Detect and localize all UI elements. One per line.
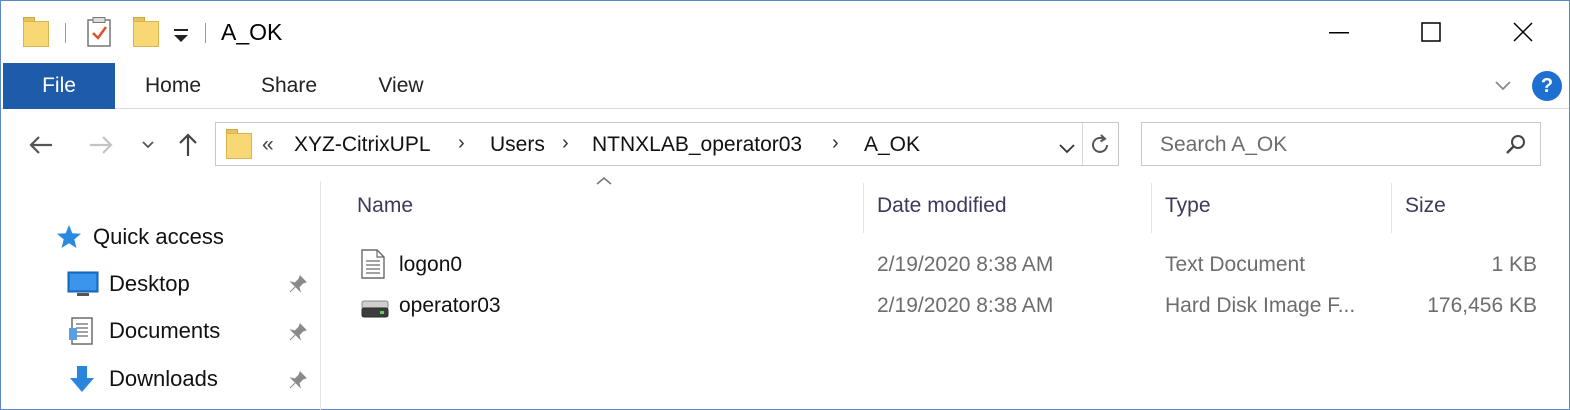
- expand-ribbon-button[interactable]: [1490, 71, 1516, 101]
- maximize-icon: [1421, 22, 1441, 42]
- column-header-size[interactable]: Size: [1405, 194, 1446, 218]
- recent-locations-button[interactable]: [137, 127, 159, 163]
- desktop-icon: [67, 271, 99, 296]
- file-size: 1 KB: [1491, 253, 1537, 276]
- address-bar[interactable]: « XYZ-CitrixUPL › Users › NTNXLAB_operat…: [215, 122, 1119, 166]
- file-name[interactable]: operator03: [399, 294, 501, 318]
- file-type: Hard Disk Image F...: [1165, 294, 1356, 317]
- breadcrumb-separator[interactable]: ›: [458, 132, 465, 155]
- breadcrumb-segment[interactable]: A_OK: [864, 133, 920, 157]
- search-icon[interactable]: [1504, 133, 1528, 157]
- disk-image-icon: [361, 299, 389, 319]
- window-title: A_OK: [221, 19, 283, 45]
- column-header-date[interactable]: Date modified: [877, 194, 1007, 218]
- column-divider[interactable]: [1391, 183, 1392, 233]
- arrow-up-icon: [179, 133, 197, 156]
- nav-item-desktop[interactable]: Desktop: [67, 266, 190, 302]
- nav-item-quick-access[interactable]: Quick access: [55, 219, 224, 255]
- nav-item-label: Documents: [109, 318, 221, 343]
- customize-qat-icon[interactable]: [171, 23, 191, 47]
- column-divider[interactable]: [863, 183, 864, 233]
- tab-file[interactable]: File: [3, 63, 115, 109]
- minimize-button[interactable]: [1293, 1, 1385, 63]
- chevron-down-icon: [1495, 81, 1511, 91]
- close-button[interactable]: [1477, 1, 1569, 63]
- address-history-button[interactable]: [1058, 135, 1078, 155]
- breadcrumb-segment[interactable]: Users: [490, 133, 545, 157]
- breadcrumb-segment[interactable]: XYZ-CitrixUPL: [294, 133, 431, 157]
- title-bar: A_OK: [1, 1, 1569, 63]
- file-type: Text Document: [1165, 253, 1306, 276]
- pin-icon[interactable]: [287, 321, 309, 343]
- tab-view[interactable]: View: [355, 63, 447, 109]
- chevron-down-icon: [1059, 144, 1075, 154]
- explorer-window: A_OK File Home Share View ? « XYZ-Citrix…: [0, 0, 1570, 410]
- column-header-type[interactable]: Type: [1165, 194, 1211, 218]
- ribbon-tabs: File Home Share View ?: [1, 63, 1569, 109]
- nav-item-label: Desktop: [109, 271, 190, 296]
- refresh-icon: [1092, 134, 1108, 153]
- search-input[interactable]: Search A_OK: [1160, 133, 1287, 157]
- minimize-icon: [1329, 32, 1349, 34]
- file-date: 2/19/2020 8:38 AM: [877, 253, 1054, 276]
- nav-item-documents[interactable]: Documents: [67, 313, 220, 349]
- back-button[interactable]: [25, 127, 57, 163]
- nav-item-label: Quick access: [93, 224, 224, 249]
- text-document-icon: [361, 249, 387, 279]
- maximize-button[interactable]: [1385, 1, 1477, 63]
- breadcrumb-separator[interactable]: ›: [562, 132, 569, 155]
- file-name[interactable]: logon0: [399, 253, 462, 277]
- column-header-name[interactable]: Name: [357, 194, 413, 218]
- tab-home[interactable]: Home: [121, 63, 225, 109]
- breadcrumb-separator[interactable]: ›: [832, 132, 839, 155]
- up-button[interactable]: [173, 127, 203, 163]
- overflow-chevron[interactable]: «: [262, 133, 274, 157]
- sort-ascending-icon: [595, 173, 613, 191]
- tab-share[interactable]: Share: [241, 63, 337, 109]
- arrow-left-icon: [29, 136, 52, 154]
- breadcrumb-segment[interactable]: NTNXLAB_operator03: [592, 133, 802, 157]
- nav-item-label: Downloads: [109, 366, 218, 391]
- refresh-button[interactable]: [1088, 133, 1112, 157]
- new-folder-icon[interactable]: [133, 17, 159, 47]
- star-icon: [57, 225, 81, 248]
- divider: [205, 23, 206, 43]
- chevron-down-icon: [142, 141, 154, 149]
- divider: [65, 23, 66, 43]
- folder-icon: [226, 129, 252, 159]
- file-size: 176,456 KB: [1427, 294, 1537, 317]
- close-icon: [1513, 22, 1533, 42]
- divider: [1082, 123, 1083, 165]
- nav-item-downloads[interactable]: Downloads: [67, 361, 218, 397]
- help-button[interactable]: ?: [1532, 71, 1562, 101]
- arrow-right-icon: [90, 136, 113, 154]
- downloads-icon: [70, 366, 94, 392]
- properties-icon[interactable]: [87, 17, 113, 47]
- file-date: 2/19/2020 8:38 AM: [877, 294, 1054, 317]
- forward-button[interactable]: [85, 127, 117, 163]
- pin-icon[interactable]: [287, 369, 309, 391]
- pin-icon[interactable]: [287, 273, 309, 295]
- folder-icon: [23, 17, 49, 47]
- documents-icon: [69, 317, 93, 345]
- column-divider[interactable]: [1151, 183, 1152, 233]
- search-box[interactable]: Search A_OK: [1141, 122, 1541, 166]
